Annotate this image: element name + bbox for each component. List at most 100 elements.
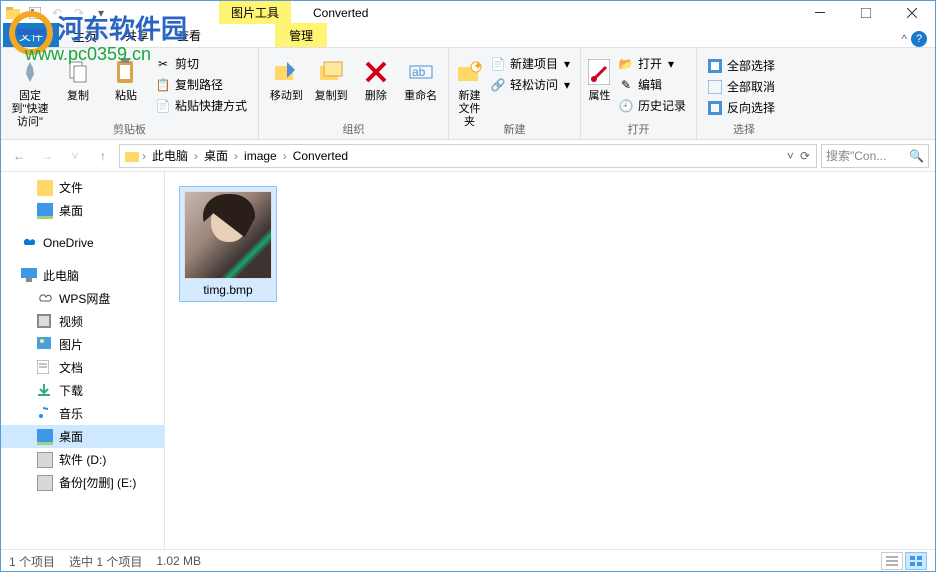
tree-videos[interactable]: 视频 bbox=[1, 310, 164, 333]
edit-icon: ✎ bbox=[618, 77, 634, 93]
crumb-image[interactable]: image bbox=[240, 149, 281, 163]
search-placeholder: 搜索"Con... bbox=[826, 147, 886, 164]
onedrive-icon bbox=[21, 235, 37, 251]
invert-selection-button[interactable]: 反向选择 bbox=[703, 98, 785, 117]
paste-shortcut-icon: 📄 bbox=[155, 98, 171, 114]
svg-text:✦: ✦ bbox=[473, 61, 482, 73]
copy-path-button[interactable]: 📋复制路径 bbox=[151, 75, 251, 94]
watermark-brand: 河东软件园 bbox=[57, 9, 187, 46]
copy-to-icon bbox=[310, 56, 353, 88]
documents-icon bbox=[37, 360, 53, 376]
new-item-button[interactable]: 📄新建项目▾ bbox=[486, 54, 574, 73]
svg-text:ab: ab bbox=[412, 65, 426, 79]
recent-dropdown[interactable]: ˅ bbox=[63, 144, 87, 168]
delete-button[interactable]: 删除 bbox=[355, 52, 398, 103]
copy-to-button[interactable]: 复制到 bbox=[310, 52, 353, 103]
watermark-url: www.pc0359.cn bbox=[25, 44, 155, 65]
move-to-icon bbox=[265, 56, 308, 88]
tree-desktop2[interactable]: 桌面 bbox=[1, 425, 164, 448]
tree-drive-e[interactable]: 备份[勿删] (E:) bbox=[1, 471, 164, 494]
tree-music[interactable]: 音乐 bbox=[1, 402, 164, 425]
tree-downloads[interactable]: 下载 bbox=[1, 379, 164, 402]
thumbnails-view-button[interactable] bbox=[905, 552, 927, 570]
group-label-clipboard: 剪贴板 bbox=[1, 121, 258, 137]
breadcrumb-path[interactable]: › 此电脑› 桌面› image› Converted ˅ ⟳ bbox=[119, 144, 817, 168]
new-folder-button[interactable]: ✦ 新建文件夹 bbox=[455, 52, 484, 129]
file-thumbnail bbox=[184, 191, 272, 279]
file-name: timg.bmp bbox=[184, 279, 272, 297]
cut-button[interactable]: ✂剪切 bbox=[151, 54, 251, 73]
minimize-button[interactable] bbox=[797, 1, 843, 24]
group-label-new: 新建 bbox=[449, 121, 580, 137]
tab-manage[interactable]: 管理 bbox=[275, 23, 327, 47]
tree-wps[interactable]: WPS网盘 bbox=[1, 287, 164, 310]
collapse-ribbon-icon[interactable]: ^ bbox=[901, 32, 907, 46]
file-item[interactable]: timg.bmp bbox=[179, 186, 277, 302]
select-none-icon bbox=[707, 79, 723, 95]
properties-button[interactable]: 属性 bbox=[587, 52, 612, 115]
edit-button[interactable]: ✎编辑 bbox=[614, 75, 690, 94]
tree-drive-d[interactable]: 软件 (D:) bbox=[1, 448, 164, 471]
move-to-button[interactable]: 移动到 bbox=[265, 52, 308, 103]
tree-thispc[interactable]: 此电脑 bbox=[1, 264, 164, 287]
pc-icon bbox=[21, 268, 37, 284]
search-input[interactable]: 搜索"Con... 🔍 bbox=[821, 144, 929, 168]
details-view-button[interactable] bbox=[881, 552, 903, 570]
crumb-converted[interactable]: Converted bbox=[289, 149, 352, 163]
history-button[interactable]: 🕘历史记录 bbox=[614, 96, 690, 115]
pictures-icon bbox=[37, 337, 53, 353]
tree-desktop[interactable]: 桌面 bbox=[1, 199, 164, 222]
easy-access-button[interactable]: 🔗轻松访问▾ bbox=[486, 75, 574, 94]
invert-icon bbox=[707, 100, 723, 116]
history-icon: 🕘 bbox=[618, 98, 634, 114]
status-bar: 1 个项目 选中 1 个项目 1.02 MB bbox=[1, 549, 935, 572]
crumb-thispc[interactable]: 此电脑 bbox=[148, 147, 192, 164]
rename-icon: ab bbox=[399, 56, 442, 88]
group-label-select: 选择 bbox=[697, 121, 791, 137]
help-icon[interactable]: ? bbox=[911, 31, 927, 47]
cut-icon: ✂ bbox=[155, 56, 171, 72]
crumb-desktop[interactable]: 桌面 bbox=[200, 147, 232, 164]
rename-button[interactable]: ab 重命名 bbox=[399, 52, 442, 103]
group-label-organize: 组织 bbox=[259, 121, 448, 137]
select-all-icon bbox=[707, 58, 723, 74]
cloud-icon bbox=[37, 291, 53, 307]
refresh-icon[interactable]: ⟳ bbox=[800, 149, 810, 163]
back-button[interactable]: ← bbox=[7, 144, 31, 168]
easy-access-icon: 🔗 bbox=[490, 77, 506, 93]
search-icon: 🔍 bbox=[909, 149, 924, 163]
tree-pictures[interactable]: 图片 bbox=[1, 333, 164, 356]
up-button[interactable]: ↑ bbox=[91, 144, 115, 168]
watermark-overlay: 河东软件园 www.pc0359.cn bbox=[7, 7, 137, 65]
status-size: 1.02 MB bbox=[156, 554, 201, 568]
maximize-button[interactable] bbox=[843, 1, 889, 24]
status-selected: 选中 1 个项目 bbox=[69, 553, 142, 570]
open-button[interactable]: 📂打开▾ bbox=[614, 54, 690, 73]
new-folder-icon: ✦ bbox=[455, 56, 484, 88]
close-button[interactable] bbox=[889, 1, 935, 24]
tree-documents[interactable]: 文档 bbox=[1, 356, 164, 379]
music-icon bbox=[37, 406, 53, 422]
file-pane[interactable]: timg.bmp bbox=[165, 172, 935, 549]
delete-icon bbox=[355, 56, 398, 88]
select-all-button[interactable]: 全部选择 bbox=[703, 56, 785, 75]
status-item-count: 1 个项目 bbox=[9, 553, 55, 570]
tree-onedrive[interactable]: OneDrive bbox=[1, 232, 164, 254]
copy-path-icon: 📋 bbox=[155, 77, 171, 93]
properties-icon bbox=[587, 56, 612, 88]
tree-files[interactable]: 文件 bbox=[1, 176, 164, 199]
video-icon bbox=[37, 314, 53, 330]
downloads-icon bbox=[37, 383, 53, 399]
address-bar: ← → ˅ ↑ › 此电脑› 桌面› image› Converted ˅ ⟳ … bbox=[1, 140, 935, 172]
forward-button[interactable]: → bbox=[35, 144, 59, 168]
contextual-tab-label: 图片工具 bbox=[219, 1, 291, 24]
new-item-icon: 📄 bbox=[490, 56, 506, 72]
select-none-button[interactable]: 全部取消 bbox=[703, 77, 785, 96]
group-label-open: 打开 bbox=[581, 121, 696, 137]
window-title: Converted bbox=[313, 6, 368, 20]
paste-shortcut-button[interactable]: 📄粘贴快捷方式 bbox=[151, 96, 251, 115]
folder-icon bbox=[124, 148, 140, 164]
nav-tree[interactable]: 文件 桌面 OneDrive 此电脑 WPS网盘 视频 图片 文档 下载 音乐 … bbox=[1, 172, 165, 549]
open-icon: 📂 bbox=[618, 56, 634, 72]
address-dropdown-icon[interactable]: ˅ bbox=[787, 149, 794, 163]
